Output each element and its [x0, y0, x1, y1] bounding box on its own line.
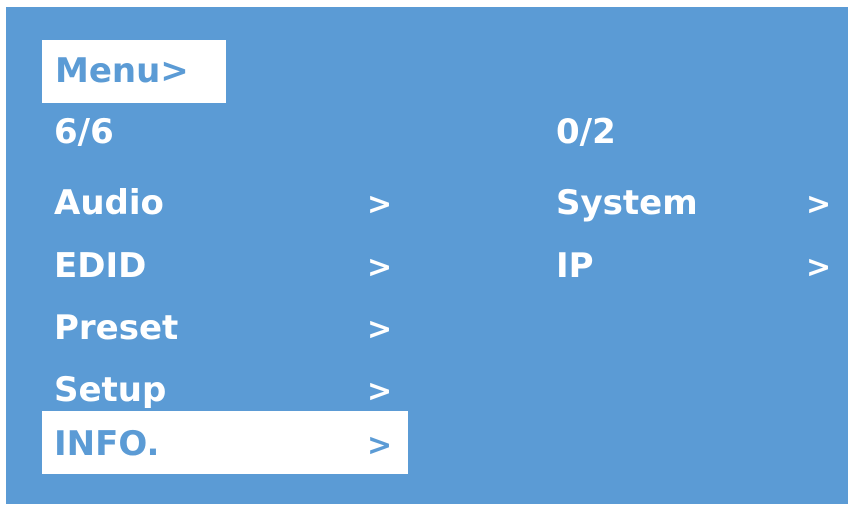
- menu-item-label: EDID: [54, 246, 147, 286]
- menu-item-edid[interactable]: EDID >: [42, 236, 408, 296]
- left-item-counter: 6/6: [54, 112, 114, 152]
- menu-item-label: Audio: [54, 183, 164, 223]
- menu-item-label: Preset: [54, 308, 179, 348]
- menu-title-box: Menu>: [42, 40, 226, 103]
- menu-item-label: INFO.: [54, 424, 160, 464]
- right-item-counter: 0/2: [556, 112, 616, 152]
- menu-item-info[interactable]: INFO. >: [42, 411, 408, 474]
- menu-title: Menu>: [55, 51, 189, 91]
- chevron-right-icon: >: [367, 312, 393, 347]
- osd-menu-screen: Menu> 6/6 Audio > EDID > Preset > Setup …: [6, 7, 848, 504]
- submenu-item-system[interactable]: System >: [544, 173, 844, 233]
- chevron-right-icon: >: [367, 250, 393, 285]
- chevron-right-icon: >: [367, 428, 393, 463]
- chevron-right-icon: >: [367, 187, 393, 222]
- submenu-item-ip[interactable]: IP >: [544, 236, 844, 296]
- chevron-right-icon: >: [806, 250, 832, 285]
- menu-item-label: Setup: [54, 370, 167, 410]
- submenu-item-label: System: [556, 183, 698, 223]
- submenu-item-label: IP: [556, 246, 594, 286]
- menu-item-preset[interactable]: Preset >: [42, 298, 408, 358]
- chevron-right-icon: >: [806, 187, 832, 222]
- menu-item-audio[interactable]: Audio >: [42, 173, 408, 233]
- chevron-right-icon: >: [367, 374, 393, 409]
